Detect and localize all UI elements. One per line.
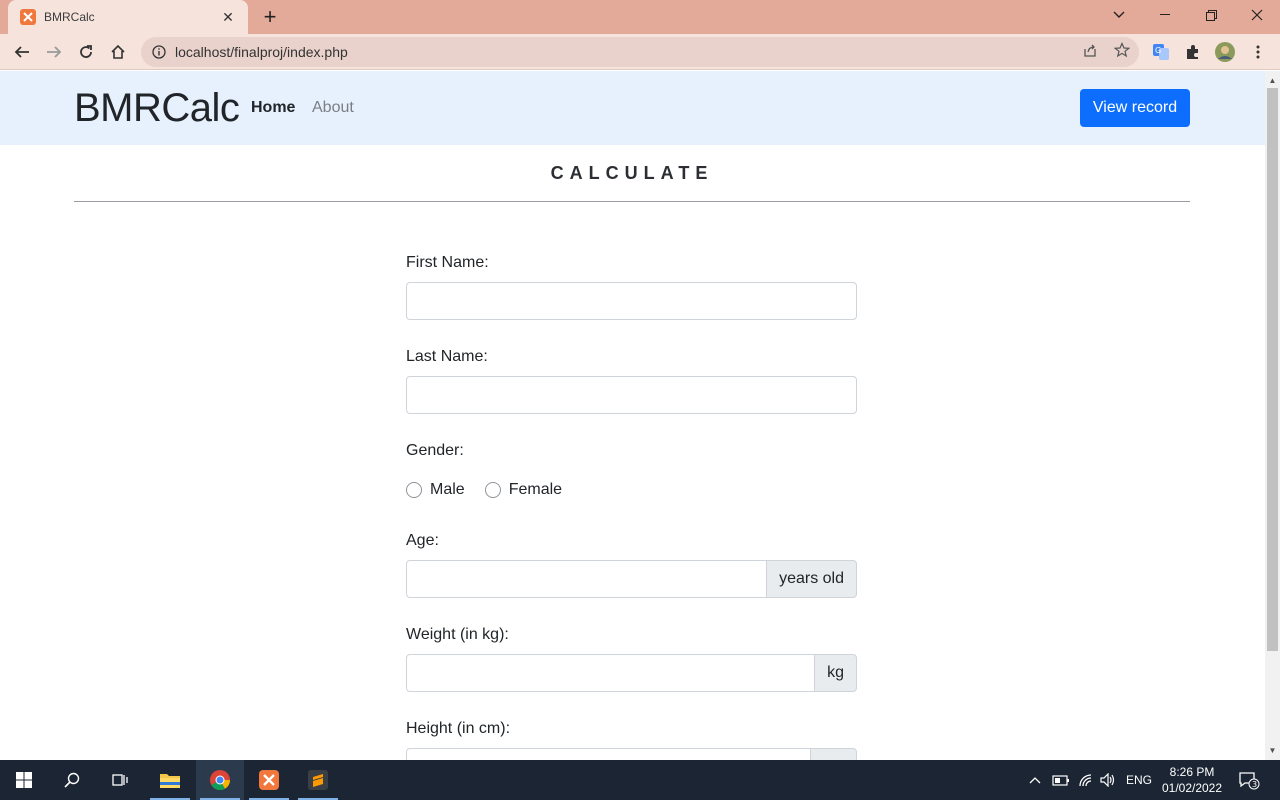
gender-label: Gender:: [406, 442, 464, 459]
first-name-input[interactable]: [406, 282, 857, 320]
first-name-label: First Name:: [406, 254, 489, 271]
search-icon[interactable]: [48, 760, 96, 800]
age-input[interactable]: [406, 560, 768, 598]
last-name-label: Last Name:: [406, 348, 488, 365]
language-indicator[interactable]: ENG: [1126, 760, 1152, 800]
male-radio[interactable]: [406, 482, 422, 498]
weight-unit-addon: kg: [815, 654, 857, 692]
last-name-input[interactable]: [406, 376, 857, 414]
divider: [74, 201, 1190, 202]
chrome-taskbar-icon[interactable]: [196, 760, 244, 800]
minimize-icon[interactable]: [1142, 0, 1188, 30]
notification-count: 3: [1252, 780, 1257, 789]
restore-icon[interactable]: [1188, 0, 1234, 30]
back-icon[interactable]: [8, 38, 36, 66]
nav-link-about[interactable]: About: [312, 99, 354, 117]
scroll-down-icon[interactable]: ▼: [1265, 743, 1280, 758]
weight-label: Weight (in kg):: [406, 626, 509, 643]
site-info-icon[interactable]: [151, 44, 167, 60]
home-icon[interactable]: [104, 38, 132, 66]
browser-toolbar: localhost/finalproj/index.php G: [0, 34, 1280, 70]
height-label: Height (in cm):: [406, 720, 511, 737]
wifi-icon[interactable]: [1078, 760, 1094, 800]
close-window-icon[interactable]: [1234, 0, 1280, 30]
page-viewport: BMRCalc Home About View record CALCULATE…: [0, 71, 1265, 760]
tab-search-icon[interactable]: [1096, 0, 1142, 30]
sublime-text-icon[interactable]: [294, 760, 342, 800]
address-bar[interactable]: localhost/finalproj/index.php: [141, 37, 1139, 67]
age-label: Age:: [406, 532, 439, 549]
weight-input-group: kg: [406, 654, 857, 692]
page-title: CALCULATE: [550, 163, 714, 183]
google-translate-icon[interactable]: G: [1151, 42, 1171, 62]
new-tab-icon[interactable]: +: [258, 5, 282, 29]
taskbar-clock[interactable]: 8:26 PM 01/02/2022: [1160, 764, 1224, 796]
brand-logo[interactable]: BMRCalc: [74, 86, 240, 131]
height-unit-addon: [811, 748, 857, 760]
scroll-thumb[interactable]: [1267, 88, 1278, 651]
male-radio-label[interactable]: Male: [430, 481, 465, 499]
tray-overflow-icon[interactable]: [1029, 760, 1041, 800]
windows-start-icon[interactable]: [0, 760, 48, 800]
task-view-icon[interactable]: [96, 760, 144, 800]
browser-tab[interactable]: BMRCalc ✕: [8, 0, 248, 34]
volume-icon[interactable]: [1100, 760, 1116, 800]
page-scrollbar[interactable]: ▲ ▼: [1265, 71, 1280, 760]
share-icon[interactable]: [1081, 41, 1099, 59]
female-radio[interactable]: [484, 482, 501, 498]
age-input-group: years old: [406, 560, 857, 598]
bookmark-star-icon[interactable]: [1113, 41, 1131, 59]
notification-center-icon[interactable]: 3: [1238, 760, 1260, 800]
extensions-puzzle-icon[interactable]: [1183, 42, 1203, 62]
age-unit-addon: years old: [767, 560, 857, 598]
clock-time: 8:26 PM: [1169, 765, 1215, 779]
height-input[interactable]: [406, 748, 811, 760]
url-text: localhost/finalproj/index.php: [175, 44, 348, 60]
tab-close-icon[interactable]: ✕: [218, 7, 238, 27]
forward-icon[interactable]: [40, 38, 68, 66]
height-input-group: [406, 748, 857, 760]
site-navbar: BMRCalc Home About View record: [0, 71, 1265, 145]
xampp-favicon-icon: [20, 9, 36, 25]
scroll-up-icon[interactable]: ▲: [1265, 73, 1280, 88]
browser-tab-strip: BMRCalc ✕ +: [0, 0, 1280, 34]
female-radio-label[interactable]: Female: [509, 481, 562, 499]
profile-avatar-icon[interactable]: [1215, 42, 1235, 62]
file-explorer-icon[interactable]: [146, 760, 194, 800]
view-record-button[interactable]: View record: [1080, 89, 1190, 127]
battery-icon[interactable]: [1052, 760, 1070, 800]
weight-input[interactable]: [406, 654, 816, 692]
reload-icon[interactable]: [72, 38, 100, 66]
chrome-menu-icon[interactable]: [1248, 42, 1268, 62]
gender-radio-group: Male Female: [406, 481, 582, 499]
svg-text:G: G: [1155, 46, 1161, 55]
nav-link-home[interactable]: Home: [251, 99, 295, 117]
clock-date: 01/02/2022: [1161, 781, 1223, 795]
windows-taskbar: ENG 8:26 PM 01/02/2022 3: [0, 760, 1280, 800]
xampp-taskbar-icon[interactable]: [245, 760, 293, 800]
tab-title: BMRCalc: [44, 10, 95, 24]
